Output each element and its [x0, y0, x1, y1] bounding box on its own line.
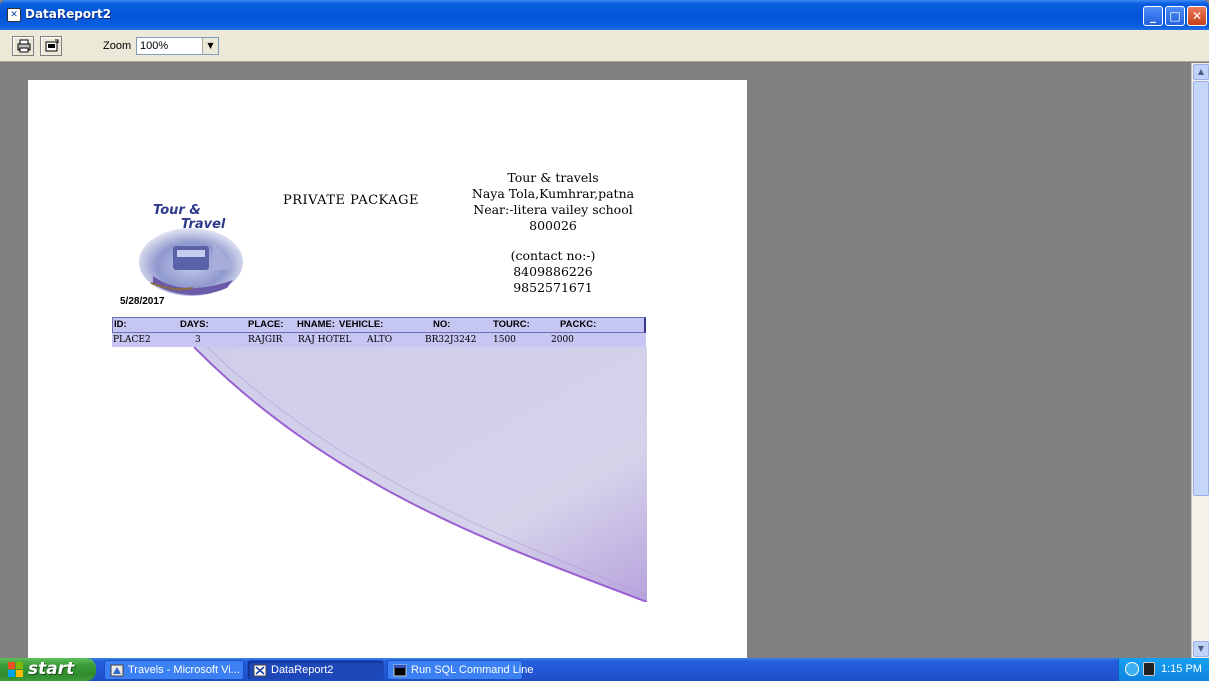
taskbar-item-label: Run SQL Command Line	[411, 664, 534, 676]
report-toolbar: Zoom 100% ▼	[0, 30, 1209, 62]
company-line: Tour & travels	[507, 170, 599, 185]
export-icon	[45, 39, 59, 52]
sql-console-icon	[393, 664, 407, 677]
chevron-down-icon[interactable]: ▼	[202, 38, 218, 54]
report-app-icon	[253, 664, 267, 677]
taskbar-item-datareport2[interactable]: DataReport2	[247, 660, 384, 680]
vertical-scrollbar[interactable]: ▲ ▼	[1191, 63, 1209, 658]
taskbar-item-label: Travels - Microsoft Vi...	[128, 664, 240, 676]
start-button[interactable]: start	[0, 658, 96, 681]
report-viewport: Tour & Travel PRIVATE PACKAGE Tour & tra…	[0, 63, 1191, 658]
report-page: Tour & Travel PRIVATE PACKAGE Tour & tra…	[28, 80, 747, 658]
company-line: Near:-litera vailey school	[473, 202, 633, 217]
report-title: PRIVATE PACKAGE	[283, 193, 419, 208]
table-cell: BR32J3242	[425, 335, 477, 345]
network-icon[interactable]	[1125, 662, 1139, 676]
company-line: 800026	[529, 218, 577, 233]
scrollbar-thumb[interactable]	[1193, 81, 1209, 496]
column-header: PACKC:	[560, 319, 597, 330]
company-line: Naya Tola,Kumhrar,patna	[471, 186, 635, 201]
table-cell: PLACE2	[113, 335, 151, 345]
table-row: PLACE2 3 RAJGIR RAJ HOTEL ALTO BR32J3242…	[112, 333, 646, 347]
logo-text-top: Tour &	[153, 203, 201, 218]
system-tray: 1:15 PM	[1118, 658, 1209, 681]
contact-line: (contact no:-)	[510, 248, 596, 263]
taskbar: start Travels - Microsoft Vi... DataRepo…	[0, 658, 1209, 681]
column-header: PLACE:	[248, 319, 284, 330]
table-cell: RAJGIR	[248, 335, 283, 345]
vb-app-icon	[110, 664, 124, 677]
close-button[interactable]: ✕	[1187, 6, 1207, 26]
decorative-swoosh	[193, 347, 647, 602]
start-label: start	[28, 659, 75, 679]
zoom-value: 100%	[140, 40, 169, 52]
table-cell: 3	[195, 335, 201, 345]
minimize-icon: _	[1150, 9, 1156, 23]
column-header: DAYS:	[180, 319, 209, 330]
taskbar-item-travels[interactable]: Travels - Microsoft Vi...	[104, 660, 244, 680]
logo-text-bottom: Travel	[181, 217, 226, 232]
scroll-down-icon[interactable]: ▼	[1193, 641, 1209, 657]
window-title: DataReport2	[25, 7, 112, 21]
volume-icon[interactable]	[1143, 662, 1155, 676]
app-icon: ✕	[7, 8, 21, 22]
table-cell: RAJ HOTEL	[298, 335, 352, 345]
clock: 1:15 PM	[1161, 663, 1202, 675]
column-header: NO:	[433, 319, 451, 330]
print-button[interactable]	[12, 36, 34, 56]
maximize-icon: □	[1169, 9, 1181, 23]
export-button[interactable]	[40, 36, 62, 56]
company-address: Tour & travels Naya Tola,Kumhrar,patna N…	[438, 170, 668, 296]
contact-line: 9852571671	[513, 280, 593, 295]
scroll-up-icon[interactable]: ▲	[1193, 64, 1209, 80]
zoom-label: Zoom	[103, 40, 132, 52]
printer-icon	[17, 39, 31, 53]
minimize-button[interactable]: _	[1143, 6, 1163, 26]
table-header: ID: DAYS: PLACE: HNAME: VEHICLE: NO: TOU…	[112, 317, 646, 333]
contact-line: 8409886226	[513, 264, 593, 279]
maximize-button[interactable]: □	[1165, 6, 1185, 26]
column-header: HNAME:	[297, 319, 335, 330]
tour-travel-logo: Tour & Travel	[139, 203, 243, 296]
table-cell: 1500	[493, 335, 516, 345]
taskbar-item-label: DataReport2	[271, 664, 334, 676]
close-icon: ✕	[1191, 9, 1203, 23]
table-cell: ALTO	[367, 335, 393, 345]
taskbar-item-run-sql[interactable]: Run SQL Command Line	[387, 660, 534, 680]
column-header: TOURC:	[493, 319, 530, 330]
windows-flag-icon	[8, 662, 23, 677]
zoom-select[interactable]: 100% ▼	[136, 37, 219, 55]
column-header: ID:	[114, 319, 127, 330]
title-bar: ✕ DataReport2 _ □ ✕	[0, 0, 1209, 30]
table-cell: 2000	[551, 335, 574, 345]
column-header: VEHICLE:	[339, 319, 384, 330]
report-date: 5/28/2017	[120, 296, 165, 307]
